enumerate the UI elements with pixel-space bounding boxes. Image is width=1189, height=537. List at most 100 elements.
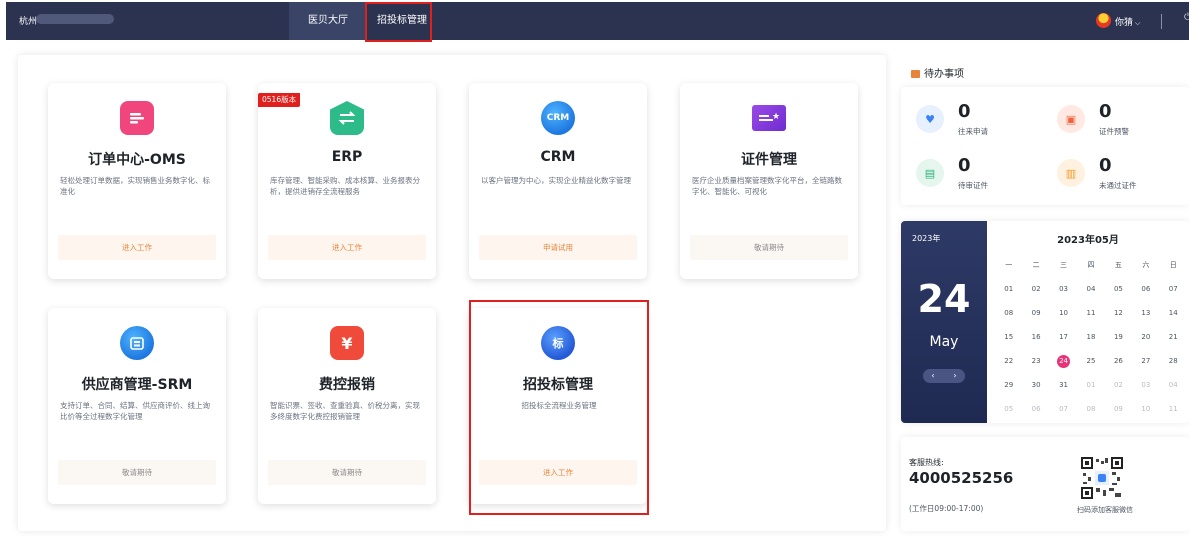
todo-count: 0: [1099, 155, 1112, 176]
todo-count: 0: [958, 101, 971, 122]
coming-soon-button[interactable]: 敬请期待: [268, 460, 426, 485]
todo-item-exchange-request[interactable]: ♥ 0 往来申请: [901, 95, 1041, 145]
avatar[interactable]: [1096, 13, 1111, 28]
card-description: 以客户管理为中心，实现企业精益化数字管理: [481, 176, 631, 185]
app-card-oms[interactable]: 订单中心-OMS 轻松处理订单数据，实现销售业务数字化、标准化 进入工作: [48, 83, 226, 279]
calendar-day-cell[interactable]: 08: [1077, 397, 1104, 421]
qr-caption: 扫码添加客服微信: [1077, 506, 1133, 514]
todo-grid: ♥ 0 往来申请 ▣ 0 证件预警 ▤ 0 待审证件 ▥ 0 未通过证件: [901, 87, 1189, 205]
calendar-day-cell[interactable]: 26: [1105, 349, 1132, 373]
calendar-day-cell[interactable]: 13: [1132, 301, 1159, 325]
card-title: CRM: [540, 149, 576, 165]
todo-count: 0: [958, 155, 971, 176]
calendar-day-cell[interactable]: 09: [1022, 301, 1049, 325]
city-label[interactable]: 杭州: [19, 14, 37, 27]
calendar-day-cell[interactable]: 04: [1160, 373, 1187, 397]
power-icon[interactable]: ⏻: [1184, 12, 1189, 23]
calendar-day-cell[interactable]: 20: [1132, 325, 1159, 349]
calendar-day-cell[interactable]: 18: [1077, 325, 1104, 349]
calendar-day-cell[interactable]: 28: [1160, 349, 1187, 373]
calendar-day-cell[interactable]: 03: [1132, 373, 1159, 397]
calendar-day-cell[interactable]: 02: [1105, 373, 1132, 397]
todo-item-pending-certificate[interactable]: ▤ 0 待审证件: [901, 149, 1041, 199]
supplier-icon: [120, 326, 154, 360]
card-title: 费控报销: [319, 377, 375, 393]
chevron-down-icon: ⌵: [1135, 19, 1141, 27]
calendar-day-cell[interactable]: 01: [1077, 373, 1104, 397]
calendar-day-cell[interactable]: 10: [1132, 397, 1159, 421]
todo-item-rejected-certificate[interactable]: ▥ 0 未通过证件: [1042, 149, 1182, 199]
enter-work-button[interactable]: 进入工作: [268, 235, 426, 260]
highlight-card-bidding: [469, 300, 649, 515]
pending-certificate-icon: ▤: [916, 159, 944, 187]
calendar-day-cell[interactable]: 07: [1050, 397, 1077, 421]
calendar-day-cell[interactable]: 23: [1022, 349, 1049, 373]
calendar-day-cell[interactable]: 14: [1160, 301, 1187, 325]
app-card-crm[interactable]: CRM CRM 以客户管理为中心，实现企业精益化数字管理 申请试用: [469, 83, 647, 279]
coming-soon-button[interactable]: 敬请期待: [58, 460, 216, 485]
calendar-day-cell[interactable]: 06: [1022, 397, 1049, 421]
hotline-number: 4000525256: [909, 469, 1014, 487]
calendar-day-cell[interactable]: 04: [1077, 277, 1104, 301]
calendar-day-cell[interactable]: 25: [1077, 349, 1104, 373]
calendar-day-cell[interactable]: 24: [1050, 349, 1077, 373]
calendar-day-cell[interactable]: 27: [1132, 349, 1159, 373]
app-card-srm[interactable]: 供应商管理-SRM 支持订单、合同、结算、供应商评价、线上询比价等全过程数字化管…: [48, 308, 226, 504]
calendar-day-cell[interactable]: 12: [1105, 301, 1132, 325]
coming-soon-button[interactable]: 敬请期待: [690, 235, 848, 260]
card-description: 医疗企业质量档案管理数字化平台，全链路数字化、智能化、可视化: [692, 176, 842, 196]
weekday-label: 一: [1005, 261, 1013, 269]
enter-work-button[interactable]: 进入工作: [58, 235, 216, 260]
calendar-day-cell[interactable]: 16: [1022, 325, 1049, 349]
todo-icon: [911, 70, 920, 78]
rejected-certificate-icon: ▥: [1057, 159, 1085, 187]
calendar-day-cell[interactable]: 29: [995, 373, 1022, 397]
calendar-day-cell[interactable]: 17: [1050, 325, 1077, 349]
calendar-nav: ‹ ›: [923, 369, 965, 383]
weekday-label: 五: [1114, 261, 1122, 269]
calendar-day-cell[interactable]: 02: [1022, 277, 1049, 301]
wechat-qr-code: [1081, 457, 1123, 499]
card-description: 智能识票、签收、查重验真、价税分离，实现多终度数字化费控报销管理: [270, 401, 420, 421]
calendar-day-cell[interactable]: 19: [1105, 325, 1132, 349]
user-name[interactable]: 你猜 ⌵: [1115, 15, 1140, 28]
app-card-erp[interactable]: 0516版本 ERP 库存管理、智能采购、成本核算、业务报表分析，提供进销存全流…: [258, 83, 436, 279]
calendar-day-cell[interactable]: 05: [1105, 277, 1132, 301]
weekday-label: 日: [1169, 261, 1177, 269]
chevron-right-icon[interactable]: ›: [948, 369, 962, 383]
certificate-warning-icon: ▣: [1057, 105, 1085, 133]
calendar-day-cell[interactable]: 11: [1160, 397, 1187, 421]
apply-trial-button[interactable]: 申请试用: [479, 235, 637, 260]
calendar-day-cell[interactable]: 21: [1160, 325, 1187, 349]
chevron-left-icon[interactable]: ‹: [926, 369, 940, 383]
calendar-day-cell[interactable]: 05: [995, 397, 1022, 421]
calendar-day-cell[interactable]: 11: [1077, 301, 1104, 325]
calendar-weekday-row: 一 二 三 四 五 六 日: [995, 253, 1187, 277]
calendar-day-cell[interactable]: 08: [995, 301, 1022, 325]
calendar-day-cell[interactable]: 10: [1050, 301, 1077, 325]
calendar-day-cell[interactable]: 30: [1022, 373, 1049, 397]
todo-item-certificate-warning[interactable]: ▣ 0 证件预警: [1042, 95, 1182, 145]
todo-count: 0: [1099, 101, 1112, 122]
crm-icon: CRM: [541, 101, 575, 135]
app-card-expense[interactable]: ¥ 费控报销 智能识票、签收、查重验真、价税分离，实现多终度数字化费控报销管理 …: [258, 308, 436, 504]
certificate-icon: ★: [752, 105, 786, 131]
calendar-day-cell[interactable]: 15: [995, 325, 1022, 349]
calendar-day-cell[interactable]: 31: [1050, 373, 1077, 397]
calendar-day-cell[interactable]: 22: [995, 349, 1022, 373]
weekday-label: 六: [1142, 261, 1150, 269]
app-card-certificate[interactable]: ★ 证件管理 医疗企业质量档案管理数字化平台，全链路数字化、智能化、可视化 敬请…: [680, 83, 858, 279]
weekday-label: 四: [1087, 261, 1095, 269]
todo-label: 未通过证件: [1099, 181, 1137, 190]
calendar-date-panel: 2023年 24 May ‹ ›: [901, 221, 987, 423]
calendar-day-cell[interactable]: 03: [1050, 277, 1077, 301]
calendar-day-cell[interactable]: 06: [1132, 277, 1159, 301]
highlight-nav-bidding: [365, 2, 432, 42]
calendar-month: May: [929, 334, 959, 350]
todo-panel: 待办事项 ♥ 0 往来申请 ▣ 0 证件预警 ▤ 0 待审证件 ▥ 0 未通过证…: [901, 55, 1189, 207]
calendar-year: 2023年: [912, 234, 941, 243]
calendar-day-cell[interactable]: 01: [995, 277, 1022, 301]
calendar-day-cell[interactable]: 07: [1160, 277, 1187, 301]
nav-tab-hall[interactable]: 医贝大厅: [289, 2, 367, 40]
calendar-day-cell[interactable]: 09: [1105, 397, 1132, 421]
